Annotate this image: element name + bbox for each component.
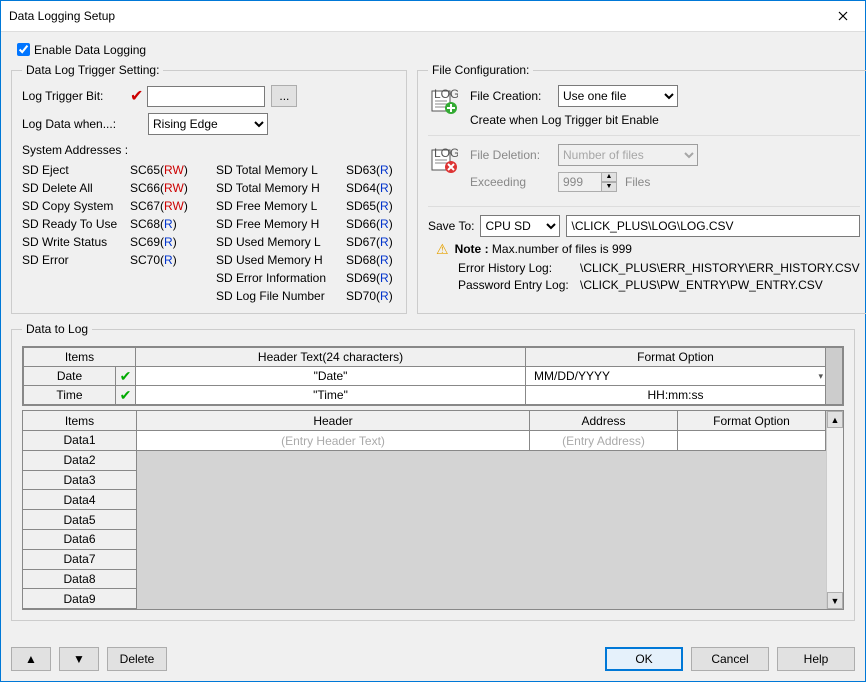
data-row-label[interactable]: Data6 bbox=[23, 530, 136, 550]
exceeding-up-button: ▲ bbox=[601, 172, 617, 182]
file-deletion-label: File Deletion: bbox=[470, 148, 558, 162]
scroll-down-button[interactable]: ▼ bbox=[827, 592, 843, 609]
enable-data-logging-label: Enable Data Logging bbox=[34, 43, 146, 57]
date-enabled-check[interactable]: ✔ bbox=[116, 367, 136, 386]
log-data-when-select[interactable]: Rising Edge bbox=[148, 113, 268, 135]
time-format-cell[interactable]: HH:mm:ss bbox=[526, 386, 826, 405]
header2-header: Header bbox=[137, 411, 530, 431]
data-row-label[interactable]: Data8 bbox=[23, 570, 136, 590]
header-format-option: Format Option bbox=[526, 348, 826, 367]
svg-text:LOG: LOG bbox=[434, 146, 458, 160]
help-button[interactable]: Help bbox=[777, 647, 855, 671]
file-creation-icon: LOG bbox=[428, 85, 460, 117]
cancel-button[interactable]: Cancel bbox=[691, 647, 769, 671]
file-creation-select[interactable]: Use one file bbox=[558, 85, 678, 107]
note-text: Note : Max.number of files is 999 bbox=[455, 242, 632, 257]
data-row-label[interactable]: Data3 bbox=[23, 471, 136, 491]
data-row-label[interactable]: Data2 bbox=[23, 451, 136, 471]
data1-header-cell[interactable]: (Entry Header Text) bbox=[137, 431, 530, 451]
data-grid-empty-area bbox=[137, 451, 826, 609]
move-down-button[interactable]: ▼ bbox=[59, 647, 99, 671]
header-header-text: Header Text(24 characters) bbox=[136, 348, 526, 367]
close-button[interactable] bbox=[820, 1, 865, 31]
header2-items: Items bbox=[23, 411, 136, 431]
delete-button[interactable]: Delete bbox=[107, 647, 167, 671]
system-addresses-label: System Addresses : bbox=[22, 143, 396, 157]
files-label: Files bbox=[625, 175, 650, 189]
scroll-stub bbox=[826, 348, 843, 405]
error-history-log-label: Error History Log: bbox=[458, 261, 580, 275]
save-to-path-input[interactable] bbox=[566, 215, 859, 237]
vertical-scrollbar[interactable]: ▲ ▼ bbox=[826, 411, 843, 609]
data-to-log-group: Data to Log Items Header Text(24 charact… bbox=[11, 322, 855, 621]
trigger-legend: Data Log Trigger Setting: bbox=[22, 63, 163, 77]
data1-format-cell[interactable] bbox=[678, 431, 826, 451]
log-data-when-label: Log Data when...: bbox=[22, 117, 130, 131]
data-row-label[interactable]: Data5 bbox=[23, 510, 136, 530]
data1-address-cell[interactable]: (Entry Address) bbox=[530, 431, 678, 451]
data-row-label[interactable]: Data1 bbox=[23, 431, 136, 451]
log-trigger-bit-label: Log Trigger Bit: bbox=[22, 89, 130, 103]
password-entry-log-label: Password Entry Log: bbox=[458, 278, 580, 292]
error-history-log-path: \CLICK_PLUS\ERR_HISTORY\ERR_HISTORY.CSV bbox=[580, 261, 860, 275]
system-addresses-grid: SD EjectSC65(RW)SD Total Memory LSD63(R)… bbox=[22, 163, 396, 303]
titlebar: Data Logging Setup bbox=[1, 1, 865, 32]
enable-data-logging-checkbox[interactable] bbox=[17, 43, 30, 56]
file-deletion-select: Number of files bbox=[558, 144, 698, 166]
header2-format: Format Option bbox=[678, 411, 826, 431]
date-header-cell[interactable]: "Date" bbox=[136, 367, 526, 386]
svg-text:LOG: LOG bbox=[434, 87, 458, 101]
data-row-label[interactable]: Data7 bbox=[23, 550, 136, 570]
scroll-up-button[interactable]: ▲ bbox=[827, 411, 843, 428]
time-header-cell[interactable]: "Time" bbox=[136, 386, 526, 405]
move-up-button[interactable]: ▲ bbox=[11, 647, 51, 671]
browse-trigger-bit-button[interactable]: ... bbox=[271, 85, 297, 107]
date-row-label: Date bbox=[24, 367, 116, 386]
header-items: Items bbox=[24, 348, 136, 367]
data-row-label[interactable]: Data9 bbox=[23, 589, 136, 609]
file-config-legend: File Configuration: bbox=[428, 63, 533, 77]
checkmark-icon: ✔ bbox=[130, 86, 143, 106]
password-entry-log-path: \CLICK_PLUS\PW_ENTRY\PW_ENTRY.CSV bbox=[580, 278, 823, 292]
exceeding-label: Exceeding bbox=[470, 175, 558, 189]
warning-icon: ⚠ bbox=[436, 241, 449, 258]
save-to-label: Save To: bbox=[428, 219, 474, 233]
file-creation-label: File Creation: bbox=[470, 89, 558, 103]
exceeding-spinner: ▲▼ bbox=[558, 172, 617, 192]
file-configuration-group: File Configuration: LOG File Creation: U… bbox=[417, 63, 866, 314]
time-row-label: Time bbox=[24, 386, 116, 405]
ok-button[interactable]: OK bbox=[605, 647, 683, 671]
exceeding-down-button: ▼ bbox=[601, 182, 617, 192]
header2-address: Address bbox=[530, 411, 678, 431]
chevron-down-icon: ▾ bbox=[818, 371, 823, 382]
trigger-setting-group: Data Log Trigger Setting: Log Trigger Bi… bbox=[11, 63, 407, 314]
exceeding-input bbox=[558, 172, 602, 192]
save-to-device-select[interactable]: CPU SD bbox=[480, 215, 560, 237]
file-creation-note: Create when Log Trigger bit Enable bbox=[470, 113, 860, 127]
file-deletion-icon: LOG bbox=[428, 144, 460, 176]
data-row-label[interactable]: Data4 bbox=[23, 490, 136, 510]
log-trigger-bit-input[interactable] bbox=[147, 86, 265, 107]
data-to-log-legend: Data to Log bbox=[22, 322, 92, 336]
window-title: Data Logging Setup bbox=[9, 9, 820, 23]
time-enabled-check[interactable]: ✔ bbox=[116, 386, 136, 405]
date-format-cell[interactable]: MM/DD/YYYY▾ bbox=[526, 367, 826, 386]
